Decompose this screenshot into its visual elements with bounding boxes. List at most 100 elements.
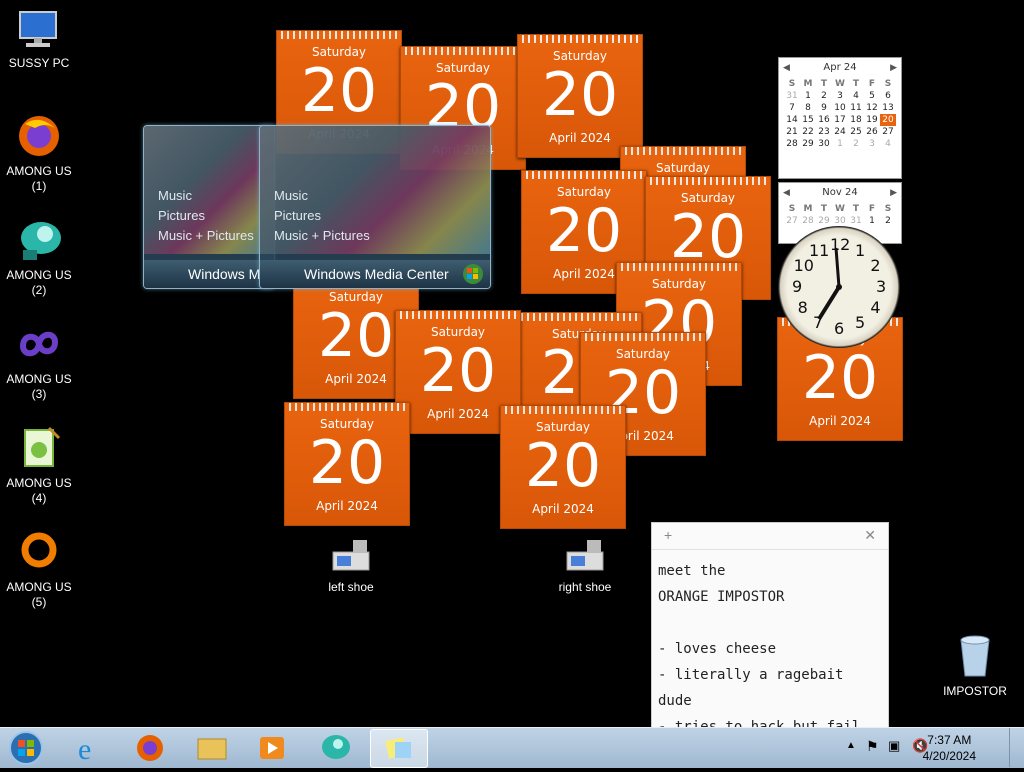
calendar-day-cell[interactable]: 17 (832, 114, 848, 126)
calendar-day-cell[interactable]: 8 (800, 102, 816, 114)
calendar-gadget[interactable]: Saturday20April 2024 (517, 34, 643, 158)
prev-month-icon[interactable]: ◀ (783, 58, 790, 78)
calendar-gadget[interactable]: Saturday20April 2024 (284, 402, 410, 526)
calendar-day-cell[interactable]: 27 (880, 126, 896, 138)
calendar-day-cell[interactable]: 7 (784, 102, 800, 114)
calendar-day-cell[interactable]: 5 (864, 90, 880, 102)
calendar-rings (621, 263, 737, 271)
recycle-bin[interactable]: IMPOSTOR (936, 632, 1014, 699)
calendar-rings (625, 147, 741, 155)
desktop-icon-right-shoe[interactable]: right shoe (546, 536, 624, 595)
network-icon[interactable]: ▣ (888, 738, 900, 754)
media-center-gadget[interactable]: Music Pictures Music + Pictures Windows … (143, 125, 275, 289)
start-orb-icon[interactable] (6, 728, 46, 768)
weekday-header: S (788, 204, 796, 214)
calendar-day-cell[interactable]: 11 (848, 102, 864, 114)
calendar-day-cell[interactable]: 29 (800, 138, 816, 150)
calendar-day-cell[interactable]: 30 (816, 138, 832, 150)
teal-bird-icon (322, 735, 350, 759)
clock-number: 2 (870, 256, 881, 275)
desktop-icon-among-us-2[interactable]: AMONG US (2) (0, 216, 78, 298)
calendar-day-cell[interactable]: 26 (864, 126, 880, 138)
file-explorer-icon (197, 738, 227, 760)
media-menu-music[interactable]: Music (274, 186, 370, 206)
calendar-day-cell[interactable]: 16 (816, 114, 832, 126)
calendar-day-cell[interactable]: 24 (832, 126, 848, 138)
close-icon[interactable]: ✕ (864, 527, 876, 544)
clock-number: 5 (855, 313, 866, 333)
taskbar-file-explorer[interactable] (184, 729, 240, 766)
calendar-day-cell[interactable]: 28 (784, 138, 800, 150)
calendar-day-cell[interactable]: 14 (784, 114, 800, 126)
calendar-gadget[interactable]: Saturday20April 2024 (500, 405, 626, 529)
media-center-gadget[interactable]: Music Pictures Music + Pictures Windows … (259, 125, 491, 289)
calendar-date: 20 (308, 428, 386, 498)
calendar-day-cell[interactable]: 1 (800, 90, 816, 102)
media-menu-music[interactable]: Music (158, 186, 254, 206)
clock-datetime[interactable]: 7:37 AM 4/20/2024 (923, 732, 976, 764)
calendar-day-cell[interactable]: 12 (864, 102, 880, 114)
taskbar-internet-explorer[interactable]: e (62, 729, 118, 766)
calendar-day-cell[interactable]: 6 (880, 90, 896, 102)
media-player-icon (260, 737, 284, 759)
clock-gadget[interactable]: 12 1 2 3 4 5 6 7 8 9 10 11 (778, 226, 900, 348)
media-menu-music-pictures[interactable]: Music + Pictures (274, 226, 370, 246)
calendar-day-cell[interactable]: 13 (880, 102, 896, 114)
calendar-day-cell[interactable]: 10 (832, 102, 848, 114)
desktop-icon-among-us-1[interactable]: AMONG US (1) (0, 112, 78, 194)
system-tray: ▲ ⚑ ▣ 🔇 7:37 AM 4/20/2024 (834, 728, 1024, 768)
calendar-day-cell[interactable]: 18 (848, 114, 864, 126)
calendar-day-cell[interactable]: 4 (880, 138, 896, 150)
calendar-day-cell[interactable]: 3 (832, 90, 848, 102)
desktop-icon-among-us-5[interactable]: AMONG US (5) (0, 528, 78, 610)
media-menu-music-pictures[interactable]: Music + Pictures (158, 226, 254, 246)
calendar-day-cell[interactable]: 9 (816, 102, 832, 114)
calendar-day-cell[interactable]: 19 (864, 114, 880, 126)
taskbar-firefox[interactable] (122, 729, 178, 766)
desktop-icon-left-shoe[interactable]: left shoe (312, 536, 390, 595)
new-note-icon[interactable]: + (664, 527, 672, 543)
show-hidden-icons-icon[interactable]: ▲ (846, 740, 856, 751)
prev-month-icon[interactable]: ◀ (783, 183, 790, 203)
purple-infinity-icon (19, 331, 59, 357)
windows-logo-icon (463, 264, 483, 284)
calendar-day-cell[interactable]: 3 (864, 138, 880, 150)
media-menu-pictures[interactable]: Pictures (274, 206, 370, 226)
calendar-day-cell[interactable]: 21 (784, 126, 800, 138)
desktop-icon-among-us-3[interactable]: AMONG US (3) (0, 320, 78, 402)
desktop-icon-sussy-pc[interactable]: SUSSY PC (0, 10, 78, 71)
calendar-day-cell[interactable]: 22 (800, 126, 816, 138)
clock-number: 7 (813, 313, 824, 333)
mini-calendar-april[interactable]: ◀ Apr 24 ▶ S M T W T F S 31 1 2 3 4 5 6 7 8 9 10 11 12 13 14 15 1… (778, 57, 902, 179)
desktop-icon-label: AMONG US (1) (6, 164, 72, 193)
taskbar-sticky-notes[interactable] (370, 729, 428, 768)
action-center-flag-icon[interactable]: ⚑ (866, 738, 879, 755)
calendar-day-cell[interactable]: 4 (848, 90, 864, 102)
sticky-note[interactable]: + ✕ meet the ORANGE IMPOSTOR - loves che… (651, 522, 889, 735)
weekday-header: T (852, 204, 860, 214)
weekday-header: S (884, 204, 892, 214)
calendar-day-cell[interactable]: 2 (848, 138, 864, 150)
recycle-bin-label: IMPOSTOR (943, 684, 1007, 698)
weekday-header: T (820, 204, 828, 214)
calendar-month: April 2024 (532, 502, 594, 516)
show-desktop-button[interactable] (1009, 728, 1024, 767)
media-center-title: Windows M (144, 260, 274, 288)
firefox-icon (137, 735, 163, 761)
calendar-day-cell[interactable]: 25 (848, 126, 864, 138)
taskbar-teal-app[interactable] (306, 729, 362, 766)
next-month-icon[interactable]: ▶ (890, 183, 897, 203)
next-month-icon[interactable]: ▶ (890, 58, 897, 78)
calendar-day-cell[interactable]: 2 (816, 90, 832, 102)
calendar-day-cell[interactable]: 23 (816, 126, 832, 138)
media-menu-pictures[interactable]: Pictures (158, 206, 254, 226)
desktop-icon-among-us-4[interactable]: AMONG US (4) (0, 424, 78, 506)
taskbar-media-player[interactable] (244, 729, 300, 766)
calendar-day-cell[interactable]: 31 (784, 90, 800, 102)
calendar-day-cell[interactable]: 1 (832, 138, 848, 150)
calendar-day-cell[interactable]: 20 (880, 114, 896, 126)
note-line: - loves cheese (658, 641, 777, 657)
calendar-day-cell[interactable]: 15 (800, 114, 816, 126)
sticky-note-text[interactable]: meet the ORANGE IMPOSTOR - loves cheese … (652, 550, 888, 748)
calendar-rings (281, 31, 397, 39)
